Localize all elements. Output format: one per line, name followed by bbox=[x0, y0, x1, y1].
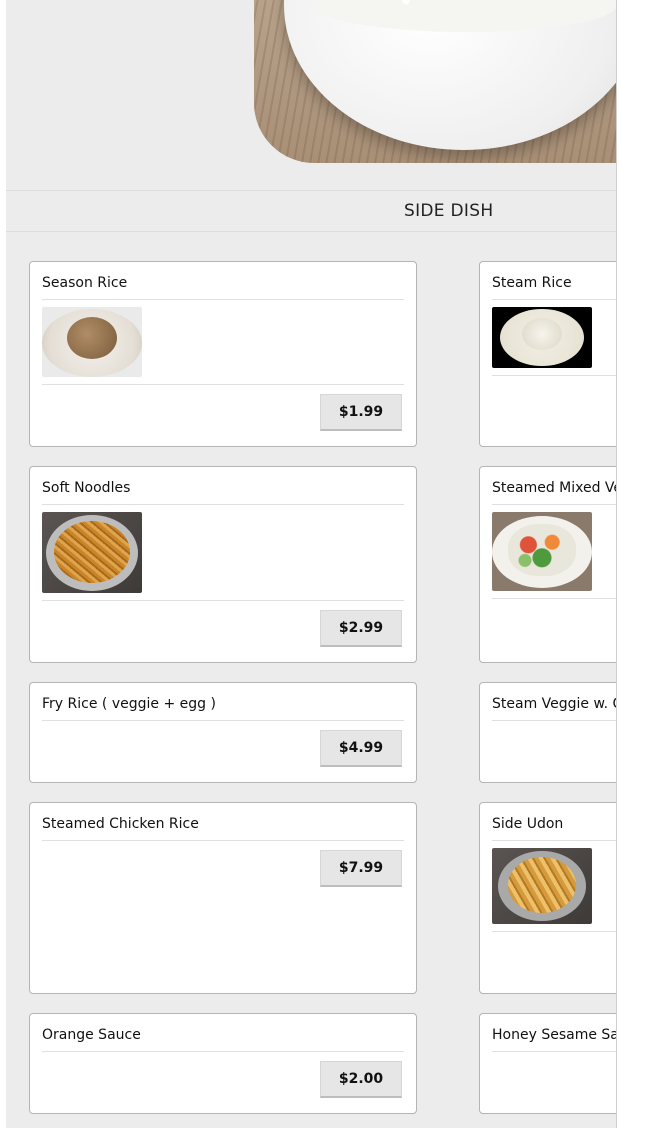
menu-item-card[interactable]: Fry Rice ( veggie + egg ) $4.99 bbox=[29, 682, 417, 783]
section-header bbox=[6, 190, 616, 232]
price-button[interactable]: $2.99 bbox=[320, 610, 402, 647]
menu-item-card[interactable]: Steam Rice bbox=[479, 261, 616, 447]
section-title: SIDE DISH bbox=[404, 201, 494, 221]
menu-item-card[interactable]: Honey Sesame Sau bbox=[479, 1013, 616, 1114]
menu-item-card[interactable]: Soft Noodles $2.99 bbox=[29, 466, 417, 663]
menu-item-card[interactable]: Orange Sauce $2.00 bbox=[29, 1013, 417, 1114]
menu-item-card[interactable]: Steamed Chicken Rice $7.99 bbox=[29, 802, 417, 994]
menu-item-card[interactable]: Season Rice $1.99 bbox=[29, 261, 417, 447]
menu-item-name: Orange Sauce bbox=[42, 1027, 141, 1043]
price-button[interactable]: $4.99 bbox=[320, 730, 402, 767]
menu-item-name: Steam Veggie w. Cl bbox=[492, 696, 616, 712]
mixed-veg-photo bbox=[492, 512, 592, 591]
menu-item-name: Steamed Mixed Veg bbox=[492, 480, 616, 496]
side-udon-photo bbox=[492, 848, 592, 924]
season-rice-photo bbox=[42, 307, 142, 377]
menu-item-name: Steamed Chicken Rice bbox=[42, 816, 199, 832]
rice-bowl-hero-image bbox=[254, 0, 616, 163]
soft-noodles-photo bbox=[42, 512, 142, 593]
price-button[interactable]: $7.99 bbox=[320, 850, 402, 887]
menu-item-name: Season Rice bbox=[42, 275, 128, 291]
steam-rice-photo bbox=[492, 307, 592, 368]
menu-item-name: Side Udon bbox=[492, 816, 564, 832]
price-button[interactable]: $2.00 bbox=[320, 1061, 402, 1098]
menu-item-name: Soft Noodles bbox=[42, 480, 131, 496]
menu-item-name: Steam Rice bbox=[492, 275, 572, 291]
price-button[interactable]: $1.99 bbox=[320, 394, 402, 431]
menu-page: SIDE DISH Season Rice $1.99 Soft Noodles… bbox=[6, 0, 616, 1128]
menu-item-card[interactable]: Steam Veggie w. Cl bbox=[479, 682, 616, 783]
menu-item-name: Fry Rice ( veggie + egg ) bbox=[42, 696, 216, 712]
scrollbar[interactable] bbox=[616, 0, 650, 1128]
menu-item-card[interactable]: Steamed Mixed Veg bbox=[479, 466, 616, 663]
menu-item-card[interactable]: Side Udon bbox=[479, 802, 616, 994]
menu-item-name: Honey Sesame Sau bbox=[492, 1027, 616, 1043]
